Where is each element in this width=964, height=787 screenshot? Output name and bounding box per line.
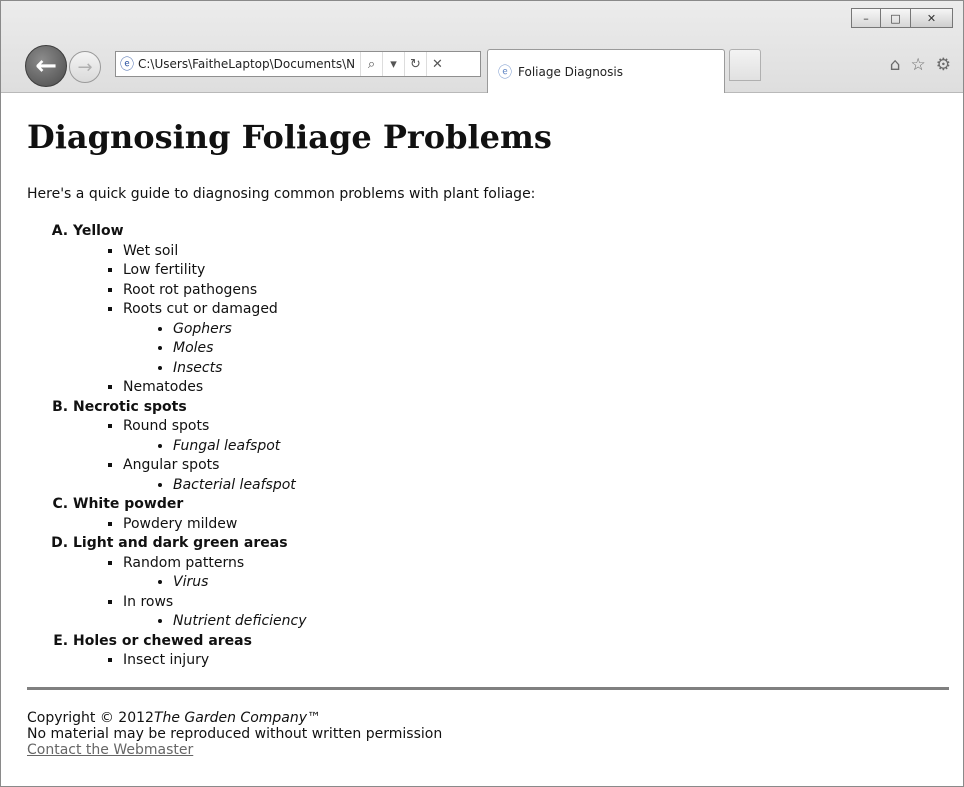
close-button[interactable]: ✕ xyxy=(911,8,953,28)
copyright-line: Copyright © 2012The Garden Company™ xyxy=(27,710,949,726)
list-item: Roots cut or damaged Gophers Moles Insec… xyxy=(123,300,947,378)
address-dropdown-icon[interactable]: ▾ xyxy=(382,52,404,76)
forward-button[interactable]: → xyxy=(69,51,101,83)
list-item-label: Round spots xyxy=(123,418,210,434)
sub-item: Gophers xyxy=(173,320,947,340)
sub-item: Bacterial leafspot xyxy=(173,476,947,496)
home-icon[interactable]: ⌂ xyxy=(890,55,901,75)
new-tab-button[interactable] xyxy=(729,49,761,81)
company-name: The Garden Company™ xyxy=(153,710,322,726)
list-item: Low fertility xyxy=(123,261,947,281)
section-heading: White powder xyxy=(73,496,184,512)
contact-webmaster-link[interactable]: Contact the Webmaster xyxy=(27,742,193,758)
list-item: Insect injury xyxy=(123,651,947,671)
list-item: Powdery mildew xyxy=(123,515,947,535)
browser-chrome: – □ ✕ ← → ⓔ C:\Users\FaitheLaptop\Docume… xyxy=(1,1,963,93)
diagnosis-list: Yellow Wet soil Low fertility Root rot p… xyxy=(27,222,947,671)
window-controls: – □ ✕ xyxy=(851,8,953,28)
sub-item: Moles xyxy=(173,339,947,359)
section-white-powder: White powder Powdery mildew xyxy=(73,495,947,534)
list-item: Random patterns Virus xyxy=(123,554,947,593)
page-footer: Copyright © 2012The Garden Company™ No m… xyxy=(27,687,949,758)
copyright-prefix: Copyright © 2012 xyxy=(27,710,154,726)
sub-item: Fungal leafspot xyxy=(173,437,947,457)
section-necrotic-spots: Necrotic spots Round spots Fungal leafsp… xyxy=(73,398,947,496)
browser-tool-icons: ⌂ ☆ ⚙ xyxy=(890,55,951,75)
list-item: Round spots Fungal leafspot xyxy=(123,417,947,456)
favorites-star-icon[interactable]: ☆ xyxy=(911,55,926,75)
tab-foliage-diagnosis[interactable]: ⓔ Foliage Diagnosis xyxy=(487,49,725,93)
sub-item: Insects xyxy=(173,359,947,379)
refresh-icon[interactable]: ↻ xyxy=(404,52,426,76)
footer-divider xyxy=(27,687,949,690)
section-light-dark-green: Light and dark green areas Random patter… xyxy=(73,534,947,632)
forward-arrow-icon: → xyxy=(77,56,93,78)
browser-window: – □ ✕ ← → ⓔ C:\Users\FaitheLaptop\Docume… xyxy=(0,0,964,787)
section-heading: Necrotic spots xyxy=(73,398,187,415)
list-item: Wet soil xyxy=(123,242,947,262)
section-heading: Yellow xyxy=(73,223,124,239)
search-icon[interactable]: ⌕ xyxy=(360,52,382,76)
maximize-button[interactable]: □ xyxy=(881,8,911,28)
section-yellow: Yellow Wet soil Low fertility Root rot p… xyxy=(73,222,947,398)
address-text[interactable]: C:\Users\FaitheLaptop\Documents\N xyxy=(138,57,360,71)
footer-text: Copyright © 2012The Garden Company™ No m… xyxy=(27,710,949,758)
list-item-label: Random patterns xyxy=(123,554,245,571)
list-item-label: Roots cut or damaged xyxy=(123,301,278,317)
minimize-button[interactable]: – xyxy=(851,8,881,28)
section-heading: Light and dark green areas xyxy=(73,535,288,551)
sub-item: Nutrient deficiency xyxy=(173,612,947,632)
stop-icon[interactable]: ✕ xyxy=(426,52,448,76)
back-arrow-icon: ← xyxy=(35,51,57,81)
ie-tab-icon: ⓔ xyxy=(498,64,512,81)
address-bar[interactable]: ⓔ C:\Users\FaitheLaptop\Documents\N ⌕ ▾ … xyxy=(115,51,481,77)
intro-text: Here's a quick guide to diagnosing commo… xyxy=(27,186,536,202)
tab-title: Foliage Diagnosis xyxy=(518,64,623,79)
list-item: Nematodes xyxy=(123,378,947,398)
ie-page-icon: ⓔ xyxy=(120,57,134,73)
back-button[interactable]: ← xyxy=(25,45,67,87)
permission-notice: No material may be reproduced without wr… xyxy=(27,726,443,742)
list-item: In rows Nutrient deficiency xyxy=(123,593,947,632)
list-item: Angular spots Bacterial leafspot xyxy=(123,456,947,495)
tools-gear-icon[interactable]: ⚙ xyxy=(936,55,951,75)
sub-item: Virus xyxy=(173,573,947,593)
list-item: Root rot pathogens xyxy=(123,281,947,301)
page-title: Diagnosing Foliage Problems xyxy=(27,118,552,156)
list-item-label: Angular spots xyxy=(123,457,220,473)
page-content: Diagnosing Foliage Problems Here's a qui… xyxy=(1,94,963,786)
list-item-label: In rows xyxy=(123,593,174,610)
section-heading: Holes or chewed areas xyxy=(73,632,252,649)
section-holes-chewed: Holes or chewed areas Insect injury xyxy=(73,632,947,671)
